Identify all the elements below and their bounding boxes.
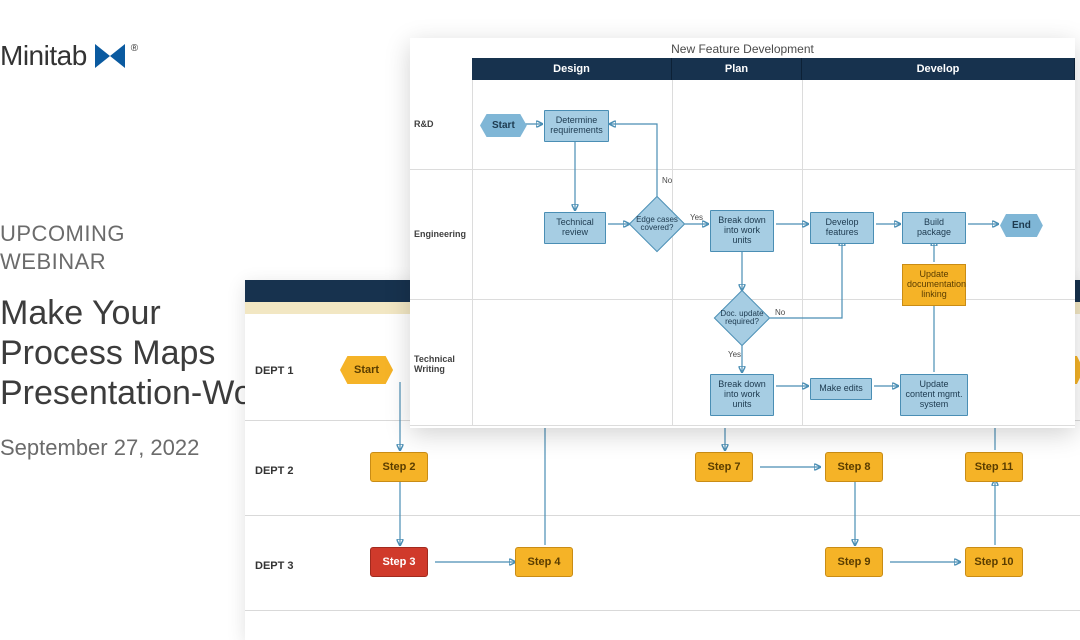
node-technical-review: Technical review <box>544 212 606 244</box>
node-update-cms: Update content mgmt. system <box>900 374 968 416</box>
front-chart-title: New Feature Development <box>410 38 1075 58</box>
node-breakdown-units: Break down into work units <box>710 210 774 252</box>
edge-no: No <box>662 176 672 185</box>
node-update-doc-linking: Update documentation linking <box>902 264 966 306</box>
brand-name: Minitab <box>0 40 87 72</box>
node-edge-cases-covered: Edge cases covered? <box>629 196 685 252</box>
phase-develop: Develop <box>802 58 1075 80</box>
node-build-package: Build package <box>902 212 966 244</box>
node-step9: Step 9 <box>825 547 883 577</box>
node-step10: Step 10 <box>965 547 1023 577</box>
decision-label: Doc. update required? <box>717 310 767 326</box>
node-determine-requirements: Determine requirements <box>544 110 609 142</box>
registered-icon: ® <box>131 43 138 54</box>
brand-mark-icon <box>95 41 125 71</box>
phase-header: Design Plan Develop <box>410 58 1075 80</box>
process-map-front: New Feature Development Design Plan Deve… <box>410 38 1075 428</box>
lane-label-dept2: DEPT 2 <box>255 465 294 477</box>
node-step2: Step 2 <box>370 452 428 482</box>
phase-plan: Plan <box>672 58 802 80</box>
edge-no: No <box>775 308 785 317</box>
row-divider <box>245 515 1080 516</box>
lane-tw: Technical Writing <box>414 355 470 375</box>
node-doc-update-required: Doc. update required? <box>714 290 770 346</box>
edge-yes: Yes <box>690 213 703 222</box>
node-start: Start <box>340 356 393 384</box>
node-step7: Step 7 <box>695 452 753 482</box>
decision-label: Edge cases covered? <box>632 216 682 232</box>
node-step3: Step 3 <box>370 547 428 577</box>
row-divider <box>245 610 1080 611</box>
front-chart-body: R&D Engineering Technical Writing <box>410 80 1075 426</box>
node-start: Start <box>480 114 527 137</box>
headline-l2: Process Maps <box>0 334 215 372</box>
lane-label-dept1: DEPT 1 <box>255 365 294 377</box>
node-step4: Step 4 <box>515 547 573 577</box>
eyebrow-line1: UPCOMING <box>0 221 125 246</box>
eyebrow-line2: WEBINAR <box>0 249 106 274</box>
node-step11: Step 11 <box>965 452 1023 482</box>
lane-rd: R&D <box>414 120 470 130</box>
node-make-edits: Make edits <box>810 378 872 400</box>
node-end: End <box>1000 214 1043 237</box>
node-step8: Step 8 <box>825 452 883 482</box>
eyebrow: UPCOMING WEBINAR <box>0 220 309 275</box>
lane-label-dept3: DEPT 3 <box>255 560 294 572</box>
headline-l1: Make Your <box>0 294 161 332</box>
lane-eng: Engineering <box>414 230 470 240</box>
phase-design: Design <box>472 58 672 80</box>
node-breakdown-units-2: Break down into work units <box>710 374 774 416</box>
node-develop-features: Develop features <box>810 212 874 244</box>
brand-logo: Minitab ® <box>0 40 140 72</box>
edge-yes: Yes <box>728 350 741 359</box>
